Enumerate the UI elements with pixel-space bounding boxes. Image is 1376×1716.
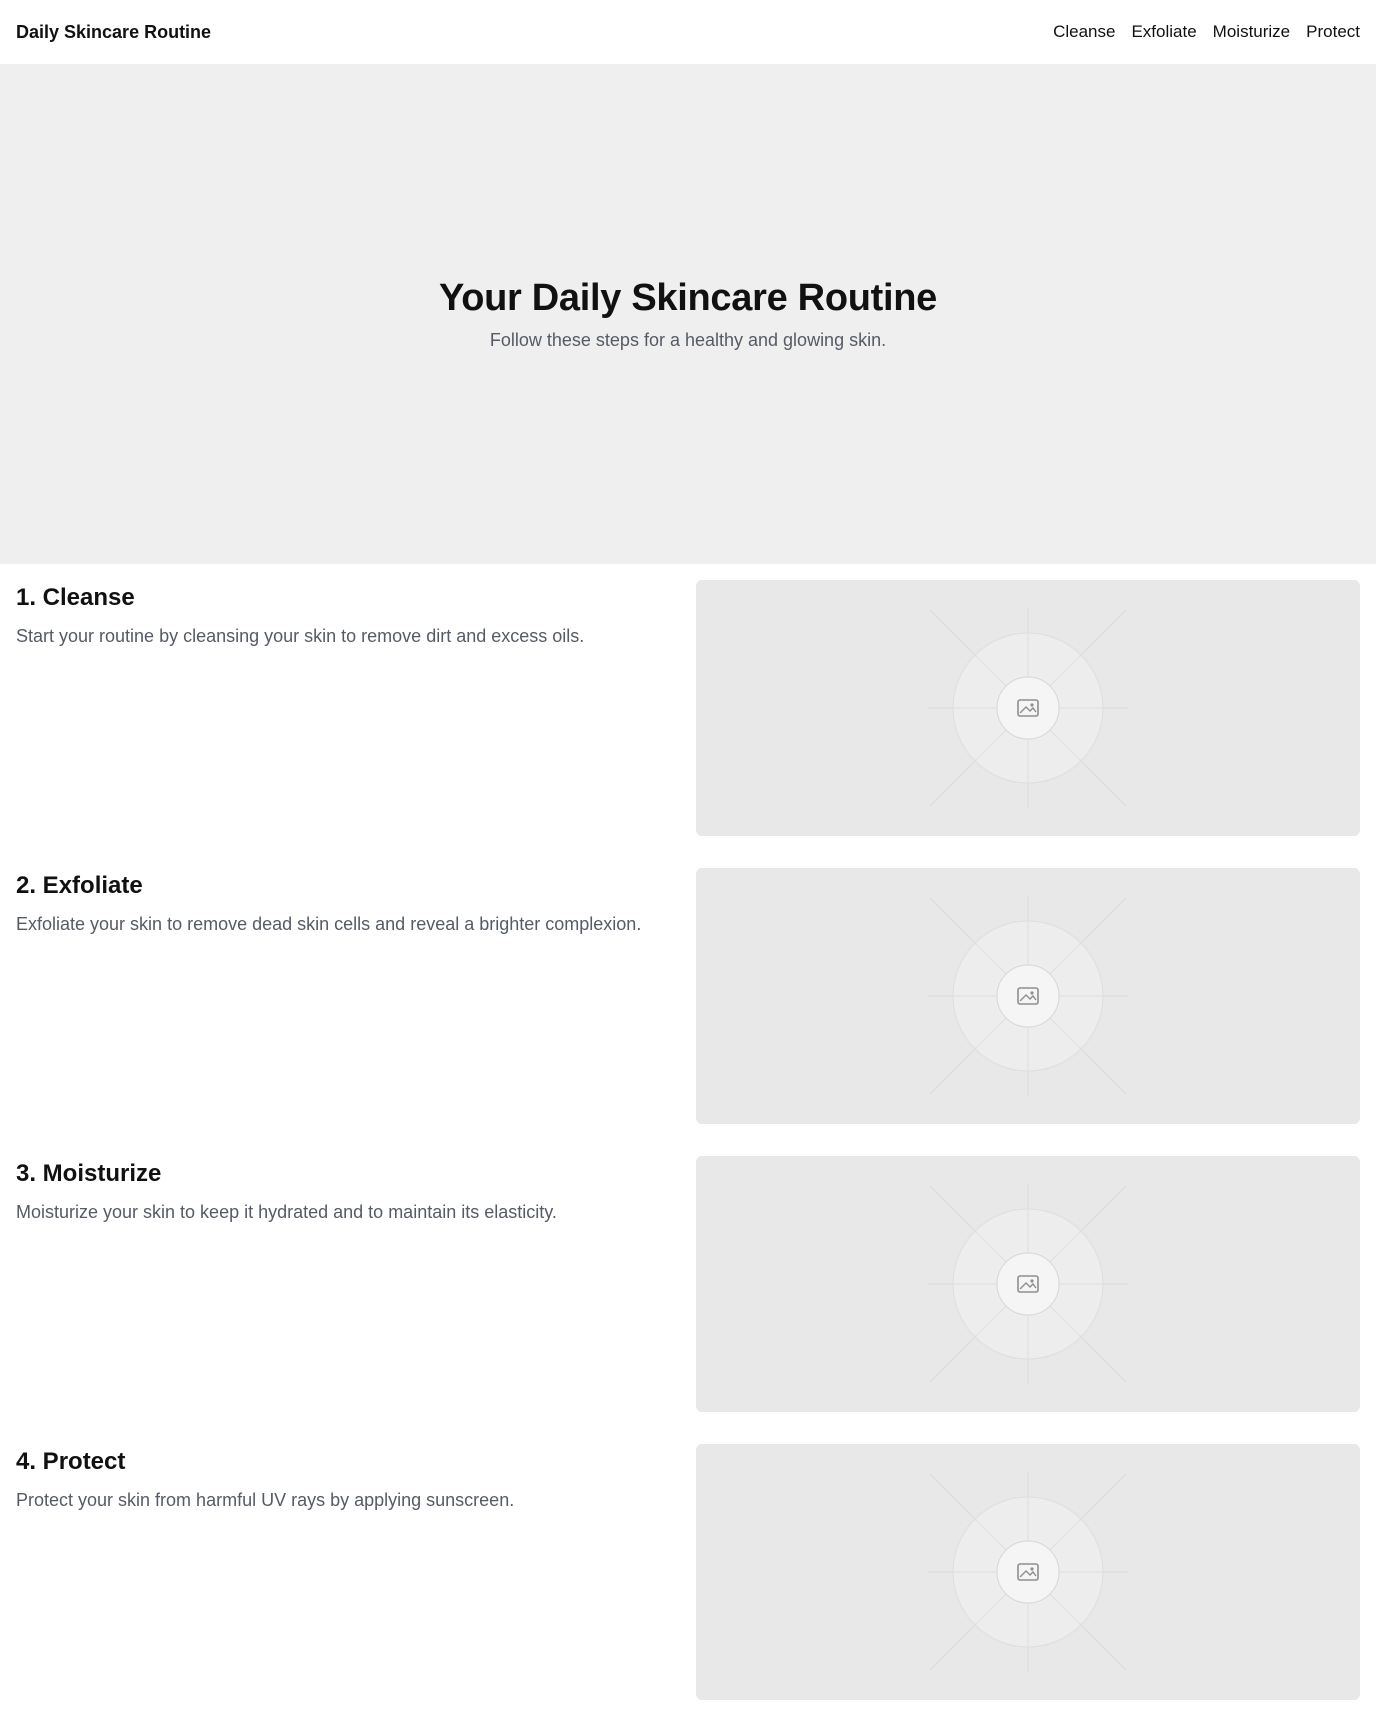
step-description: Moisturize your skin to keep it hydrated…	[16, 1202, 557, 1222]
step-exfoliate: 2. Exfoliate Exfoliate your skin to remo…	[16, 868, 1360, 1124]
step-description: Protect your skin from harmful UV rays b…	[16, 1490, 515, 1510]
step-cleanse: 1. Cleanse Start your routine by cleansi…	[16, 580, 1360, 836]
step-image-placeholder	[696, 868, 1360, 1124]
brand-title[interactable]: Daily Skincare Routine	[16, 22, 211, 43]
step-title: 3. Moisturize	[16, 1160, 162, 1187]
step-protect: 4. Protect Protect your skin from harmfu…	[16, 1444, 1360, 1700]
step-description: Start your routine by cleansing your ski…	[16, 626, 585, 646]
hero-section: Your Daily Skincare Routine Follow these…	[0, 64, 1376, 564]
nav-link-moisturize[interactable]: Moisturize	[1213, 22, 1290, 42]
nav-link-exfoliate[interactable]: Exfoliate	[1131, 22, 1196, 42]
step-image-placeholder	[696, 1156, 1360, 1412]
steps-list: 1. Cleanse Start your routine by cleansi…	[0, 564, 1376, 1700]
hero-title: Your Daily Skincare Routine	[439, 277, 937, 319]
step-text: 4. Protect Protect your skin from harmfu…	[16, 1444, 680, 1700]
step-title: 1. Cleanse	[16, 584, 135, 611]
site-header: Daily Skincare Routine Cleanse Exfoliate…	[0, 0, 1376, 64]
step-moisturize: 3. Moisturize Moisturize your skin to ke…	[16, 1156, 1360, 1412]
main-nav: Cleanse Exfoliate Moisturize Protect	[1053, 22, 1360, 42]
nav-link-protect[interactable]: Protect	[1306, 22, 1360, 42]
step-text: 2. Exfoliate Exfoliate your skin to remo…	[16, 868, 680, 1124]
nav-link-cleanse[interactable]: Cleanse	[1053, 22, 1115, 42]
step-title: 4. Protect	[16, 1448, 126, 1475]
hero-subtitle: Follow these steps for a healthy and glo…	[489, 330, 887, 350]
step-description: Exfoliate your skin to remove dead skin …	[16, 914, 642, 934]
image-placeholder-icon	[928, 1472, 1128, 1672]
step-image-placeholder	[696, 580, 1360, 836]
step-image-placeholder	[696, 1444, 1360, 1700]
step-text: 1. Cleanse Start your routine by cleansi…	[16, 580, 680, 836]
step-title: 2. Exfoliate	[16, 872, 143, 899]
image-placeholder-icon	[928, 896, 1128, 1096]
image-placeholder-icon	[928, 608, 1128, 808]
image-placeholder-icon	[928, 1184, 1128, 1384]
step-text: 3. Moisturize Moisturize your skin to ke…	[16, 1156, 680, 1412]
